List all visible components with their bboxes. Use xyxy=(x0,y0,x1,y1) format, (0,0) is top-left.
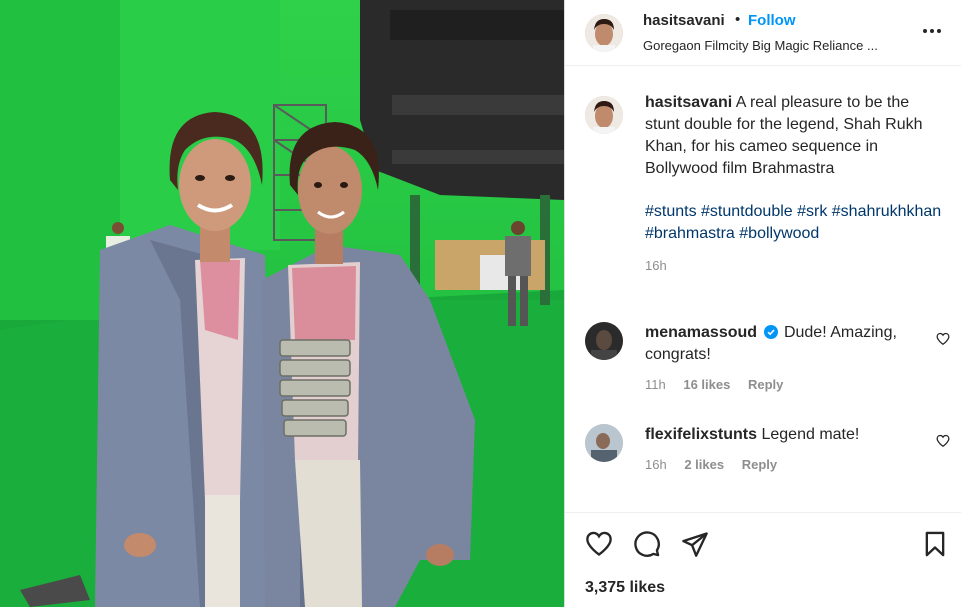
greenscreen-set-illustration xyxy=(0,0,564,607)
comment-username[interactable]: menamassoud xyxy=(645,324,757,341)
comment-text: Legend mate! xyxy=(761,426,860,443)
caption-username[interactable]: hasitsavani xyxy=(645,94,732,111)
post-header: hasitsavani • Follow Goregaon Filmcity B… xyxy=(565,0,961,66)
commenter-avatar[interactable] xyxy=(585,322,623,360)
caption-timestamp: 16h xyxy=(645,258,667,273)
comment-bubble-icon[interactable] xyxy=(633,530,661,558)
bookmark-icon[interactable] xyxy=(921,530,949,558)
comment-time: 16h xyxy=(645,457,667,472)
follow-button[interactable]: Follow xyxy=(748,12,796,29)
comment-username[interactable]: flexifelixstunts xyxy=(645,426,757,443)
likes-count[interactable]: 3,375 likes xyxy=(585,579,665,597)
verified-badge-icon xyxy=(763,324,778,339)
post-side-panel: hasitsavani • Follow Goregaon Filmcity B… xyxy=(564,0,961,607)
paper-plane-icon[interactable] xyxy=(681,530,709,558)
post-location[interactable]: Goregaon Filmcity Big Magic Reliance ... xyxy=(643,38,903,53)
reply-button[interactable]: Reply xyxy=(748,377,783,392)
comment-heart-icon[interactable] xyxy=(936,434,950,448)
comment-meta: 11h 16 likes Reply xyxy=(645,374,915,396)
comments-section[interactable]: hasitsavani A real pleasure to be the st… xyxy=(565,66,961,512)
reply-button[interactable]: Reply xyxy=(742,457,777,472)
author-username[interactable]: hasitsavani xyxy=(643,12,725,29)
caption-hashtags[interactable]: #stunts #stuntdouble #srk #shahrukhkhan … xyxy=(645,201,945,245)
comment-heart-icon[interactable] xyxy=(936,332,950,346)
post-photo[interactable] xyxy=(0,0,564,607)
caption-avatar[interactable] xyxy=(585,96,623,134)
comment-body: menamassoud Dude! Amazing, congrats! 11h… xyxy=(645,322,915,396)
comment-body: flexifelixstunts Legend mate! 16h 2 like… xyxy=(645,424,915,476)
comment-meta: 16h 2 likes Reply xyxy=(645,454,915,476)
comment-time: 11h xyxy=(645,377,666,392)
comment-likes[interactable]: 16 likes xyxy=(683,377,730,392)
caption-body: hasitsavani A real pleasure to be the st… xyxy=(645,92,945,277)
author-avatar[interactable] xyxy=(585,14,623,52)
post-actions: 3,375 likes xyxy=(565,512,961,607)
heart-icon[interactable] xyxy=(585,530,613,558)
comment-likes[interactable]: 2 likes xyxy=(684,457,724,472)
separator-dot: • xyxy=(735,11,741,28)
more-options-icon[interactable] xyxy=(921,20,943,42)
commenter-avatar[interactable] xyxy=(585,424,623,462)
